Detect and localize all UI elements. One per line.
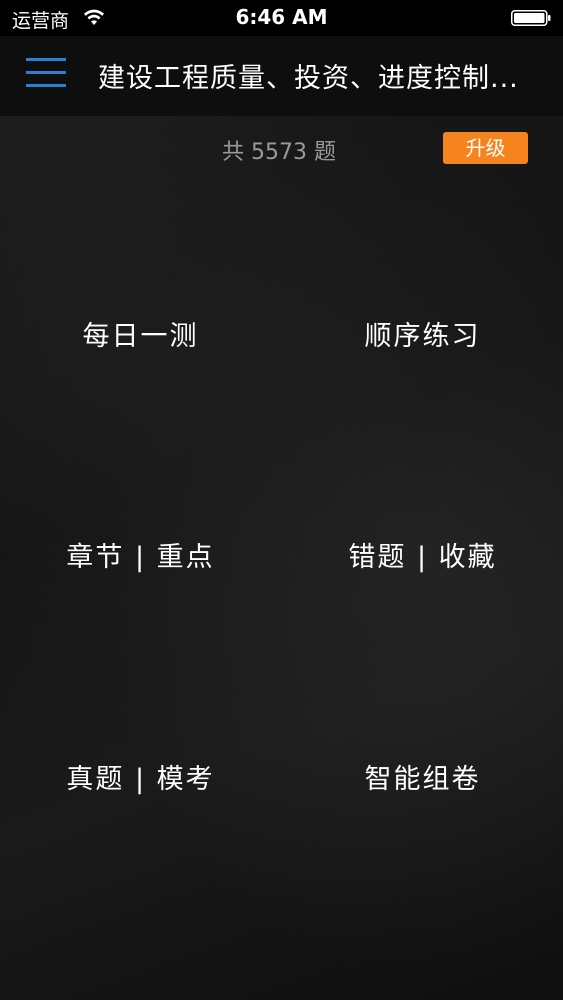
- status-time: 6:46 AM: [235, 5, 328, 29]
- nav-bar: 建设工程质量、投资、进度控制...: [0, 36, 563, 116]
- daily-test-label: 每日一测: [82, 320, 199, 352]
- question-count: 共 5573 题: [222, 140, 336, 165]
- mistakes-favorites-button[interactable]: 错题 | 收藏: [282, 504, 563, 604]
- chapter-key-points-label: 章节 | 重点: [66, 541, 215, 573]
- status-bar: 运营商 6:46 AM: [0, 0, 563, 36]
- app-screen: 运营商 6:46 AM 建设工程质量、投资、进度控制... 共 5573 题 升…: [0, 0, 563, 1000]
- sequential-practice-button[interactable]: 顺序练习: [282, 283, 563, 383]
- past-exams-mock-label: 真题 | 模考: [66, 763, 215, 795]
- hamburger-menu-icon[interactable]: [22, 52, 70, 94]
- past-exams-mock-button[interactable]: 真题 | 模考: [0, 726, 281, 826]
- sequential-practice-label: 顺序练习: [364, 320, 481, 352]
- smart-paper-label: 智能组卷: [364, 763, 481, 795]
- upgrade-button[interactable]: 升级: [443, 132, 528, 164]
- question-count-row: 共 5573 题 升级: [0, 132, 563, 166]
- chapter-key-points-button[interactable]: 章节 | 重点: [0, 504, 281, 604]
- daily-test-button[interactable]: 每日一测: [0, 283, 281, 383]
- page-title: 建设工程质量、投资、进度控制...: [98, 63, 519, 94]
- battery-icon: [511, 10, 551, 26]
- smart-paper-button[interactable]: 智能组卷: [282, 726, 563, 826]
- mistakes-favorites-label: 错题 | 收藏: [348, 541, 497, 573]
